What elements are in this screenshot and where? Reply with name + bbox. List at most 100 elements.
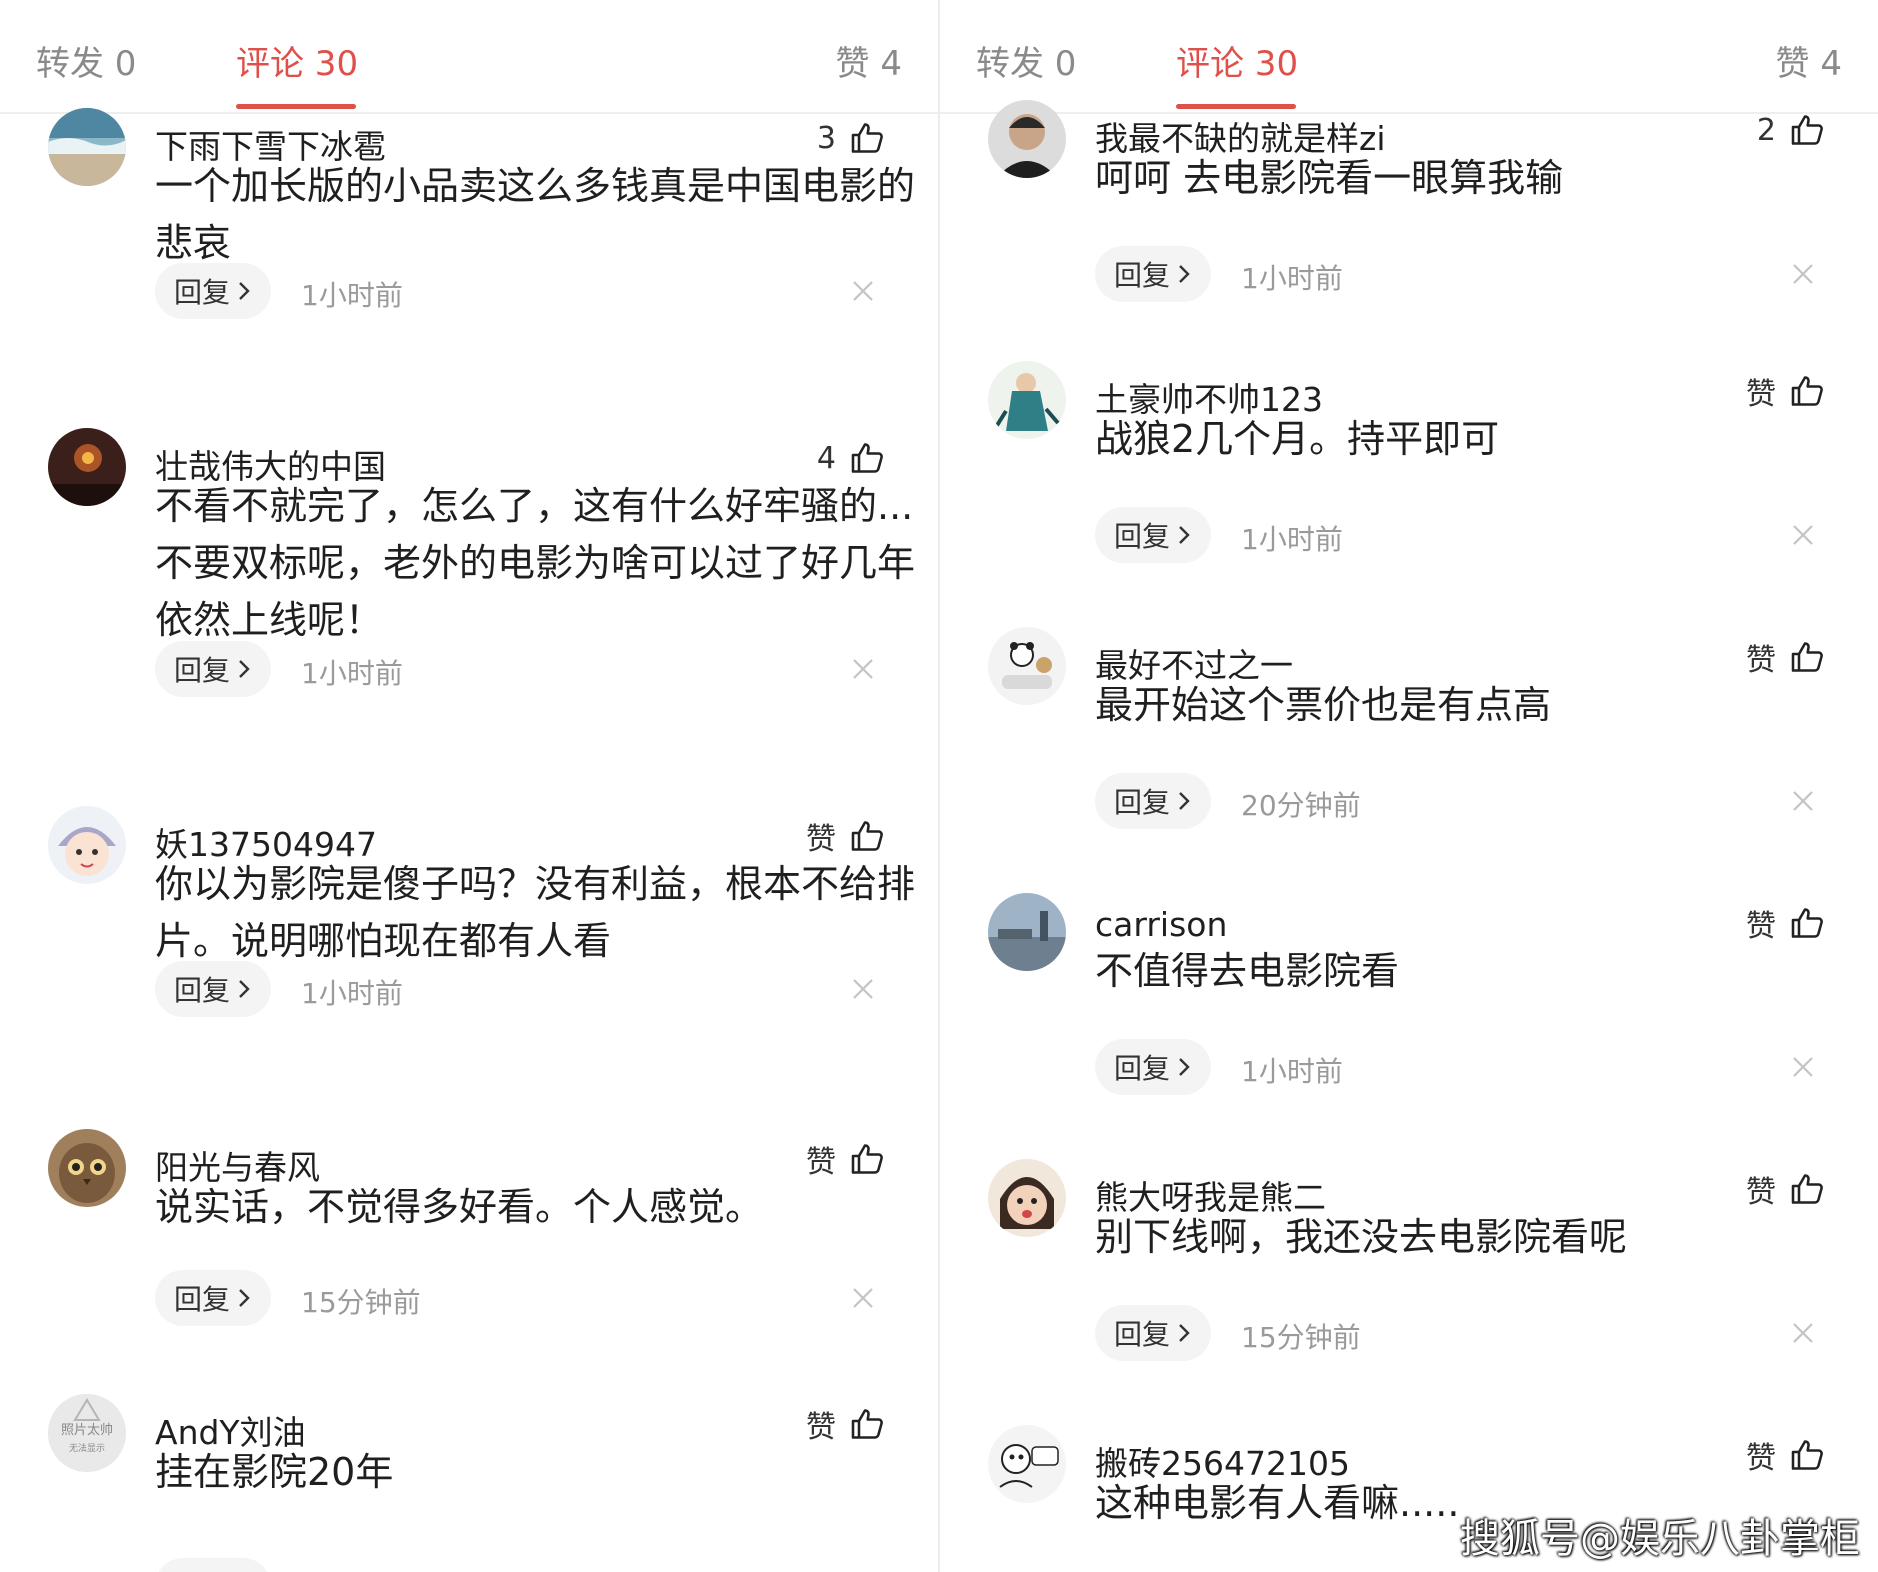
- tab-comments[interactable]: 评论 30: [236, 36, 358, 85]
- reply-label: 回复: [173, 974, 230, 1007]
- like-button[interactable]: 赞: [1746, 901, 1826, 945]
- tab-likes[interactable]: 赞 4: [836, 36, 902, 85]
- comment-time: 15分钟前: [301, 1286, 421, 1319]
- reply-label: 回复: [173, 1283, 230, 1316]
- tab-likes[interactable]: 赞 4: [1776, 36, 1842, 85]
- reply-label: 回复: [1113, 520, 1170, 553]
- thumb-up-icon: [851, 1144, 883, 1174]
- comment-meta: 回复 1小时前: [1095, 507, 1855, 563]
- like-button[interactable]: 赞: [1746, 1167, 1826, 1211]
- reply-label: 回复: [1113, 1318, 1170, 1351]
- chevron-right-icon: [239, 980, 250, 998]
- avatar[interactable]: [988, 893, 1066, 971]
- reply-label: 回复: [1113, 786, 1170, 819]
- comment-time: 1小时前: [1241, 523, 1343, 556]
- avatar-image: [48, 1129, 126, 1207]
- reply-button[interactable]: [155, 1558, 271, 1572]
- thumb-up-icon: [1791, 115, 1823, 145]
- close-icon[interactable]: [1791, 789, 1815, 813]
- like-count: 赞: [806, 822, 836, 857]
- thumb-up-icon: [1791, 642, 1823, 672]
- reply-button[interactable]: 回复: [1095, 773, 1211, 829]
- comment-meta: [155, 1558, 915, 1572]
- reply-button[interactable]: 回复: [1095, 1039, 1211, 1095]
- thumb-up-icon: [1791, 1174, 1823, 1204]
- close-icon[interactable]: [851, 977, 875, 1001]
- chevron-right-icon: [239, 660, 250, 678]
- comment-text: 不值得去电影院看: [1095, 949, 1400, 993]
- avatar-image: [988, 361, 1066, 439]
- comment-meta: 回复 1小时前: [1095, 246, 1855, 302]
- close-icon[interactable]: [1791, 1055, 1815, 1079]
- close-icon[interactable]: [851, 657, 875, 681]
- tab-bar: 转发 0 评论 30 赞 4: [940, 0, 1878, 114]
- like-count: 4: [816, 440, 836, 476]
- like-count: 赞: [1746, 1175, 1776, 1210]
- like-count: 赞: [1746, 1441, 1776, 1476]
- avatar-image: [988, 893, 1066, 971]
- chevron-right-icon: [1179, 792, 1190, 810]
- avatar-image: [48, 806, 126, 884]
- like-button[interactable]: 4: [817, 436, 886, 480]
- username[interactable]: carrison: [1095, 905, 1227, 944]
- like-count: 赞: [1746, 377, 1776, 412]
- reply-label: 回复: [1113, 1052, 1170, 1085]
- avatar-image: [988, 627, 1066, 705]
- close-icon[interactable]: [1791, 523, 1815, 547]
- reply-button[interactable]: 回复: [155, 1270, 271, 1326]
- avatar[interactable]: [48, 1129, 126, 1207]
- tab-share[interactable]: 转发 0: [36, 36, 136, 85]
- like-button[interactable]: 赞: [1746, 635, 1826, 679]
- avatar[interactable]: [988, 1159, 1066, 1237]
- reply-button[interactable]: 回复: [1095, 246, 1211, 302]
- comment-text: 你以为影院是傻子吗？没有利益，根本不给排片。说明哪怕现在都有人看: [155, 862, 916, 963]
- avatar[interactable]: [48, 428, 126, 506]
- comment-text: 一个加长版的小品卖这么多钱真是中国电影的悲哀: [155, 164, 916, 265]
- avatar[interactable]: [988, 627, 1066, 705]
- close-icon[interactable]: [851, 1286, 875, 1310]
- comment-meta: 回复 20分钟前: [1095, 773, 1855, 829]
- avatar-image: [48, 108, 126, 186]
- tab-share[interactable]: 转发 0: [976, 36, 1076, 85]
- like-button[interactable]: 赞: [806, 814, 886, 858]
- like-count: 赞: [1746, 909, 1776, 944]
- thumb-up-icon: [1791, 908, 1823, 938]
- tab-comments[interactable]: 评论 30: [1176, 36, 1298, 85]
- reply-button[interactable]: 回复: [155, 961, 271, 1017]
- like-button[interactable]: 赞: [806, 1402, 886, 1446]
- avatar[interactable]: [48, 108, 126, 186]
- comment-time: 1小时前: [1241, 262, 1343, 295]
- like-count: 2: [1756, 112, 1776, 148]
- like-button[interactable]: 3: [817, 116, 886, 160]
- comment-text: 说实话，不觉得多好看。个人感觉。: [155, 1185, 764, 1229]
- avatar-image: [988, 1425, 1066, 1503]
- avatar[interactable]: [48, 806, 126, 884]
- comment-time: 1小时前: [301, 657, 403, 690]
- reply-label: 回复: [173, 654, 230, 687]
- like-button[interactable]: 2: [1757, 108, 1826, 152]
- avatar-placeholder-text: 照片太帅: [60, 1423, 113, 1438]
- avatar[interactable]: 照片太帅 无法显示: [48, 1394, 126, 1472]
- close-icon[interactable]: [1791, 262, 1815, 286]
- avatar[interactable]: [988, 361, 1066, 439]
- reply-button[interactable]: 回复: [1095, 507, 1211, 563]
- reply-button[interactable]: 回复: [155, 263, 271, 319]
- comment-panel-left: 转发 0 评论 30 赞 4 下雨下雪下冰雹 3 一个加长版的小品卖这么多钱真是…: [0, 0, 938, 1572]
- close-icon[interactable]: [851, 279, 875, 303]
- like-button[interactable]: 赞: [806, 1137, 886, 1181]
- chevron-right-icon: [1179, 1324, 1190, 1342]
- close-icon[interactable]: [1791, 1321, 1815, 1345]
- like-count: 3: [816, 120, 836, 156]
- like-button[interactable]: 赞: [1746, 1433, 1826, 1477]
- avatar[interactable]: [988, 1425, 1066, 1503]
- comment-text: 战狼2几个月。持平即可: [1095, 417, 1500, 461]
- avatar[interactable]: [988, 100, 1066, 178]
- reply-label: 回复: [1113, 259, 1170, 292]
- like-count: 赞: [806, 1410, 836, 1445]
- reply-button[interactable]: 回复: [155, 641, 271, 697]
- like-button[interactable]: 赞: [1746, 369, 1826, 413]
- thumb-up-icon: [851, 123, 883, 153]
- avatar-image: [988, 1159, 1066, 1237]
- reply-button[interactable]: 回复: [1095, 1305, 1211, 1361]
- thumb-up-icon: [1791, 1440, 1823, 1470]
